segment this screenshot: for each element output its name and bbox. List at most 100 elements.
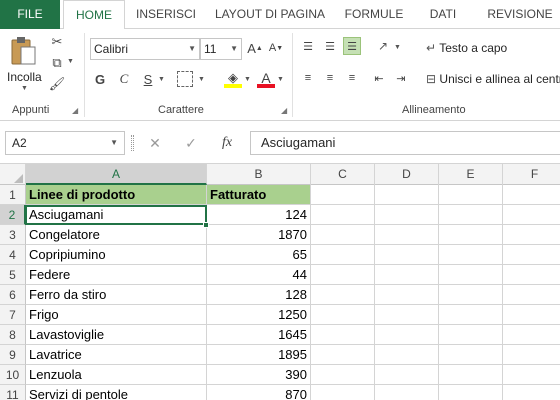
cell-a[interactable]: Linee di prodotto	[26, 185, 207, 205]
cell-b[interactable]: 870	[207, 385, 311, 400]
cell-c[interactable]	[311, 185, 375, 205]
cell-e[interactable]	[439, 305, 503, 325]
cell-e[interactable]	[439, 265, 503, 285]
cell-f[interactable]	[503, 205, 560, 225]
cell-a[interactable]: Lavatrice	[26, 345, 207, 365]
align-center-icon[interactable]: ≡	[321, 69, 339, 87]
cell-c[interactable]	[311, 285, 375, 305]
row-header[interactable]: 6	[0, 285, 26, 305]
wrap-text-button[interactable]: ↵ Testo a capo	[426, 38, 507, 58]
cell-e[interactable]	[439, 385, 503, 400]
cell-f[interactable]	[503, 285, 560, 305]
cell-f[interactable]	[503, 265, 560, 285]
formula-input[interactable]: Asciugamani	[250, 131, 560, 155]
font-color-icon[interactable]: A	[257, 68, 275, 88]
cell-b[interactable]: 128	[207, 285, 311, 305]
cell-e[interactable]	[439, 365, 503, 385]
cell-b[interactable]: 65	[207, 245, 311, 265]
underline-dropdown-icon[interactable]: ▼	[158, 76, 165, 83]
tab-inserisci[interactable]: INSERISCI	[130, 0, 202, 29]
shrink-font-button[interactable]: A ▼	[268, 39, 284, 57]
cell-a[interactable]: Frigo	[26, 305, 207, 325]
cell-c[interactable]	[311, 365, 375, 385]
cell-d[interactable]	[375, 245, 439, 265]
font-name-select[interactable]: Calibri ▼	[90, 38, 200, 60]
tab-file[interactable]: FILE	[0, 0, 60, 29]
cell-e[interactable]	[439, 325, 503, 345]
column-header-f[interactable]: F	[503, 164, 560, 185]
cell-a[interactable]: Ferro da stiro	[26, 285, 207, 305]
fill-color-dropdown-icon[interactable]: ▼	[244, 76, 251, 83]
tab-formule[interactable]: FORMULE	[336, 0, 412, 29]
column-header-a[interactable]: A	[26, 164, 207, 185]
align-top-icon[interactable]: ☰	[299, 37, 317, 55]
font-size-select[interactable]: 11 ▼	[200, 38, 242, 60]
cell-e[interactable]	[439, 225, 503, 245]
grow-font-button[interactable]: A ▲	[247, 39, 263, 57]
cell-d[interactable]	[375, 205, 439, 225]
cell-a[interactable]: Asciugamani	[26, 205, 207, 225]
tab-layout-di-pagina[interactable]: LAYOUT DI PAGINA	[210, 0, 330, 29]
clipboard-launcher-icon[interactable]: ◢	[72, 106, 78, 115]
worksheet-grid[interactable]: A B C D E F 11 Servizi di pentole 870 10 Len…	[0, 163, 560, 400]
cell-d[interactable]	[375, 285, 439, 305]
align-left-icon[interactable]: ≡	[299, 69, 317, 87]
copy-dropdown-icon[interactable]: ▼	[67, 58, 74, 65]
column-header-b[interactable]: B	[207, 164, 311, 185]
cell-b[interactable]: 390	[207, 365, 311, 385]
cell-c[interactable]	[311, 385, 375, 400]
enter-icon[interactable]: ✓	[178, 131, 204, 155]
merge-center-button[interactable]: ⊟ Unisci e allinea al centro	[426, 69, 560, 89]
fill-handle[interactable]	[203, 222, 209, 228]
align-bottom-icon[interactable]: ☰	[343, 37, 361, 55]
cell-b[interactable]: 1870	[207, 225, 311, 245]
column-header-e[interactable]: E	[439, 164, 503, 185]
row-header[interactable]: 8	[0, 325, 26, 345]
column-header-c[interactable]: C	[311, 164, 375, 185]
row-header[interactable]: 11	[0, 385, 26, 400]
cell-d[interactable]	[375, 345, 439, 365]
row-header[interactable]: 1	[0, 185, 26, 205]
cell-d[interactable]	[375, 185, 439, 205]
cell-f[interactable]	[503, 185, 560, 205]
cell-f[interactable]	[503, 305, 560, 325]
align-middle-icon[interactable]: ☰	[321, 37, 339, 55]
cell-b[interactable]: Fatturato	[207, 185, 311, 205]
tab-dati[interactable]: DATI	[418, 0, 468, 29]
name-box[interactable]: A2 ▼	[5, 131, 125, 155]
font-launcher-icon[interactable]: ◢	[281, 106, 287, 115]
paste-button[interactable]: Incolla ▼	[5, 33, 45, 95]
column-header-d[interactable]: D	[375, 164, 439, 185]
cell-f[interactable]	[503, 385, 560, 400]
cell-a[interactable]: Servizi di pentole	[26, 385, 207, 400]
decrease-indent-icon[interactable]: ⇤	[370, 69, 388, 87]
cut-icon[interactable]: ✂	[48, 33, 66, 51]
formula-bar-handle-icon[interactable]	[131, 135, 134, 151]
underline-button[interactable]: S	[140, 70, 156, 88]
tab-revisione[interactable]: REVISIONE	[480, 0, 560, 29]
cell-d[interactable]	[375, 265, 439, 285]
cell-d[interactable]	[375, 305, 439, 325]
row-header[interactable]: 7	[0, 305, 26, 325]
font-color-dropdown-icon[interactable]: ▼	[277, 76, 284, 83]
cell-e[interactable]	[439, 245, 503, 265]
cell-e[interactable]	[439, 345, 503, 365]
cell-e[interactable]	[439, 285, 503, 305]
row-header[interactable]: 5	[0, 265, 26, 285]
borders-icon[interactable]	[177, 71, 193, 87]
cell-f[interactable]	[503, 225, 560, 245]
align-right-icon[interactable]: ≡	[343, 69, 361, 87]
insert-function-icon[interactable]: fx	[214, 131, 240, 155]
cell-a[interactable]: Lenzuola	[26, 365, 207, 385]
cell-f[interactable]	[503, 345, 560, 365]
italic-button[interactable]: C	[116, 70, 132, 88]
row-header[interactable]: 3	[0, 225, 26, 245]
orientation-dropdown-icon[interactable]: ▼	[394, 44, 401, 51]
cell-c[interactable]	[311, 205, 375, 225]
cell-c[interactable]	[311, 265, 375, 285]
cell-d[interactable]	[375, 385, 439, 400]
cell-c[interactable]	[311, 345, 375, 365]
cell-c[interactable]	[311, 225, 375, 245]
cell-a[interactable]: Federe	[26, 265, 207, 285]
cell-b[interactable]: 124	[207, 205, 311, 225]
